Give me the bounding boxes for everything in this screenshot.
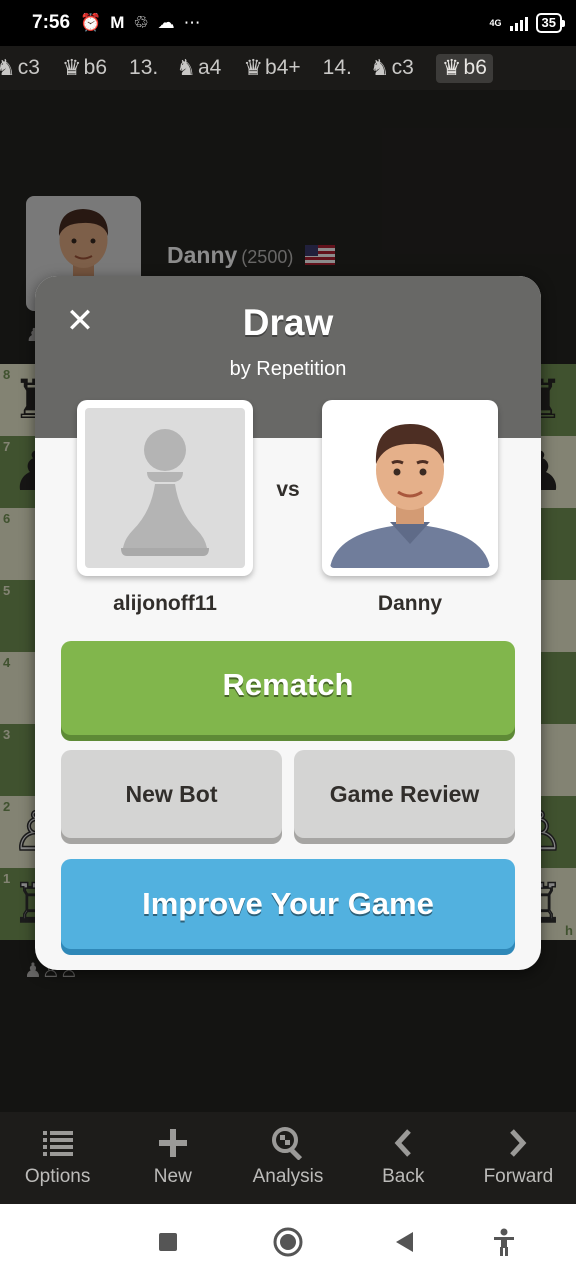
- network-type: 4G: [489, 17, 502, 28]
- battery-icon: 35: [535, 13, 566, 33]
- new-label: New: [153, 1166, 192, 1187]
- signal-icon: [509, 15, 528, 31]
- move-text: c3: [17, 56, 40, 79]
- sync-icon: ♲: [133, 13, 149, 33]
- move-list[interactable]: ♞ c3 ♛ b6 13. ♞ a4 ♛ b4+ 14. ♞ c3 ♛ b6: [0, 46, 576, 90]
- move-text: b6: [83, 56, 108, 79]
- move-piece-icon: ♞: [0, 55, 16, 81]
- move-text: a4: [197, 56, 222, 79]
- analysis-label: Analysis: [252, 1166, 324, 1187]
- plus-icon: [158, 1124, 187, 1162]
- back-triangle-icon[interactable]: [384, 1224, 424, 1260]
- forward-button[interactable]: Forward: [461, 1112, 576, 1204]
- move-item[interactable]: ♞ c3: [0, 56, 40, 81]
- status-time: 7:56: [32, 12, 71, 33]
- move-number: 14.: [323, 56, 352, 80]
- new-game-button[interactable]: New: [115, 1112, 230, 1204]
- rematch-button[interactable]: Rematch: [61, 641, 515, 735]
- move-text: b6: [463, 56, 487, 79]
- move-text: 13.: [129, 56, 159, 79]
- result-subtitle: by Repetition: [229, 358, 347, 380]
- vs-label: vs: [276, 478, 300, 501]
- system-nav-bar: [0, 1204, 576, 1280]
- move-piece-icon: ♛: [61, 55, 82, 81]
- new-bot-button[interactable]: New Bot: [61, 750, 282, 838]
- move-item[interactable]: ♞ a4: [176, 56, 221, 81]
- move-item[interactable]: ♛ b4+: [243, 56, 300, 81]
- move-piece-icon: ♛: [441, 55, 462, 81]
- list-icon: [42, 1124, 73, 1162]
- game-over-modal: ✕ Draw by Repetition vs alijonoff11 Dann…: [35, 276, 541, 970]
- back-button[interactable]: Back: [346, 1112, 461, 1204]
- alarm-icon: ⏰: [80, 13, 102, 33]
- chevron-left-icon: [393, 1124, 413, 1162]
- result-title: Draw: [242, 302, 334, 343]
- cloud-icon: ☁: [157, 13, 175, 33]
- battery-level: 35: [541, 15, 556, 30]
- move-text: c3: [391, 56, 414, 79]
- move-text: b4+: [265, 56, 301, 79]
- status-bar: 7:56 ⏰ M ♲ ☁ ⋯ 4G 35: [0, 0, 576, 46]
- move-piece-icon: ♞: [369, 55, 390, 81]
- options-label: Options: [24, 1166, 91, 1187]
- accessibility-icon[interactable]: [484, 1224, 524, 1260]
- move-piece-icon: ♞: [176, 55, 196, 81]
- bot-face-icon: [330, 424, 490, 568]
- options-button[interactable]: Options: [0, 1112, 115, 1204]
- more-dots-icon: ⋯: [183, 13, 201, 33]
- bottom-toolbar: Options New Analysis Back Forward: [0, 1112, 576, 1204]
- opponent-username: Danny: [377, 592, 443, 615]
- recents-icon[interactable]: [148, 1224, 188, 1260]
- move-item[interactable]: ♛ b6: [435, 53, 493, 83]
- analysis-button[interactable]: Analysis: [230, 1112, 345, 1204]
- chevron-right-icon: [508, 1124, 528, 1162]
- move-number: 13.: [129, 56, 158, 80]
- improve-your-game-button[interactable]: Improve Your Game: [61, 859, 515, 949]
- pawn-avatar-icon: [121, 429, 209, 556]
- move-item[interactable]: ♞ c3: [370, 56, 414, 81]
- forward-label: Forward: [483, 1166, 554, 1187]
- move-piece-icon: ♛: [243, 55, 264, 81]
- magnifier-icon: [271, 1124, 305, 1162]
- home-icon[interactable]: [268, 1224, 308, 1260]
- game-review-button[interactable]: Game Review: [294, 750, 515, 838]
- player-username: alijonoff11: [113, 592, 217, 615]
- opponent-avatar-card: [322, 400, 498, 576]
- move-item[interactable]: ♛ b6: [62, 56, 107, 81]
- back-label: Back: [382, 1166, 425, 1187]
- player-avatar-card: [77, 400, 253, 576]
- move-text: 14.: [322, 56, 352, 79]
- gmail-icon: M: [110, 13, 125, 32]
